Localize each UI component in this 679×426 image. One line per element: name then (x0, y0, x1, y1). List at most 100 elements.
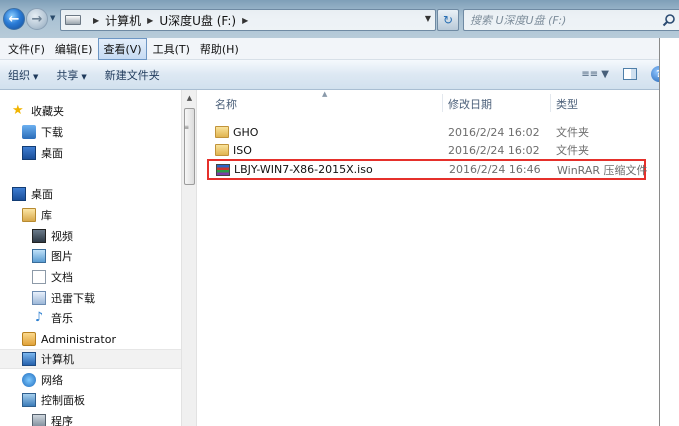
menu-tools[interactable]: 工具(T) (149, 39, 194, 59)
nav-item-label: 桌面 (41, 147, 63, 160)
computer-icon (22, 352, 36, 366)
breadcrumb-computer[interactable]: 计算机 (105, 12, 141, 29)
chevron-down-icon: ▼ (81, 72, 87, 81)
file-type: 文件夹 (556, 126, 589, 139)
chevron-down-icon: ▼ (33, 72, 39, 81)
winrar-archive-icon (216, 163, 230, 176)
menu-view[interactable]: 查看(V) (98, 37, 147, 60)
nav-item-documents[interactable]: 文档 (32, 267, 73, 287)
sort-ascending-icon: ▲ (322, 90, 328, 98)
file-name: ISO (233, 143, 252, 157)
drive-icon (65, 15, 81, 25)
preview-pane-icon[interactable] (623, 68, 637, 80)
folder-icon (215, 126, 229, 138)
library-icon (22, 208, 36, 222)
user-folder-icon (22, 332, 36, 346)
address-strip: ← → ▼ ▶ 计算机 ▶ U深度U盘 (F:) ▶ ▼ ↻ (0, 0, 679, 38)
menu-file[interactable]: 文件(F) (4, 39, 49, 59)
organize-button[interactable]: 组织 ▼ (8, 67, 38, 83)
breadcrumb-drive[interactable]: U深度U盘 (F:) (159, 12, 236, 29)
file-list: 名称 ▲ 修改日期 类型 GHO 2016/2/24 16:02 文件夹 ISO… (198, 90, 659, 426)
new-folder-button[interactable]: 新建文件夹 (105, 67, 160, 83)
document-icon (32, 270, 46, 284)
recent-pages-dropdown[interactable]: ▼ (50, 14, 60, 24)
menu-edit[interactable]: 编辑(E) (51, 39, 97, 59)
nav-item-administrator[interactable]: Administrator (22, 329, 116, 349)
folder-icon (215, 144, 229, 156)
file-type: 文件夹 (556, 144, 589, 157)
column-header-date[interactable]: 修改日期 (448, 96, 492, 112)
navigation-pane: ★ 收藏夹 下载 桌面 桌面 库 视频 图片 文档 迅雷下载 ♪ 音乐 Admi… (0, 90, 181, 426)
nav-item-label: 迅雷下载 (51, 292, 95, 305)
desktop-icon (22, 146, 36, 160)
star-icon: ★ (12, 103, 24, 118)
file-date: 2016/2/24 16:02 (448, 125, 540, 139)
nav-item-label: 文档 (51, 271, 73, 284)
menu-bar: 文件(F) 编辑(E) 查看(V) 工具(T) 帮助(H) (0, 37, 679, 60)
chevron-right-icon[interactable]: ▶ (93, 16, 99, 25)
nav-item-label: 收藏夹 (31, 105, 64, 118)
music-icon: ♪ (34, 310, 44, 325)
address-bar[interactable]: ▶ 计算机 ▶ U深度U盘 (F:) ▶ ▼ (60, 9, 436, 31)
search-icon[interactable] (662, 13, 676, 27)
share-button[interactable]: 共享 ▼ (56, 67, 86, 83)
window-right-edge (659, 38, 679, 426)
nav-item-label: Administrator (41, 332, 116, 346)
file-name: LBJY-WIN7-X86-2015X.iso (234, 163, 373, 176)
menu-help[interactable]: 帮助(H) (196, 39, 243, 59)
file-row-iso[interactable]: ISO 2016/2/24 16:02 文件夹 (208, 141, 645, 159)
refresh-button[interactable]: ↻ (437, 9, 459, 31)
column-header-name[interactable]: 名称 (215, 96, 237, 112)
file-row-gho[interactable]: GHO 2016/2/24 16:02 文件夹 (208, 123, 645, 141)
nav-item-favorites[interactable]: ★ 收藏夹 (12, 101, 64, 121)
nav-item-pictures[interactable]: 图片 (32, 246, 73, 266)
nav-item-music[interactable]: ♪ 音乐 (32, 308, 73, 328)
organize-label: 组织 (8, 68, 30, 82)
chevron-right-icon[interactable]: ▶ (242, 16, 248, 25)
nav-item-label: 图片 (51, 250, 73, 263)
scroll-up-icon[interactable]: ▲ (182, 90, 197, 106)
command-bar-right: ≡≡ ▼ ? (581, 66, 667, 82)
nav-item-programs[interactable]: 程序 (32, 411, 73, 426)
download-folder-icon (22, 125, 36, 139)
column-divider[interactable] (442, 94, 443, 112)
nav-item-label: 控制面板 (41, 394, 85, 407)
nav-item-network[interactable]: 网络 (22, 370, 63, 390)
nav-item-xunlei-downloads[interactable]: 迅雷下载 (32, 288, 95, 308)
column-divider[interactable] (550, 94, 551, 112)
control-panel-icon (22, 393, 36, 407)
chevron-right-icon[interactable]: ▶ (147, 16, 153, 25)
file-name: GHO (233, 125, 259, 139)
video-icon (32, 229, 46, 243)
nav-item-computer[interactable]: 计算机 (0, 349, 181, 369)
back-button[interactable]: ← (3, 8, 25, 30)
search-input[interactable] (470, 13, 650, 27)
nav-item-label: 桌面 (31, 188, 53, 201)
change-view-icon[interactable]: ≡≡ ▼ (581, 69, 609, 80)
nav-item-libraries[interactable]: 库 (22, 205, 52, 225)
nav-item-videos[interactable]: 视频 (32, 226, 73, 246)
nav-item-desktop[interactable]: 桌面 (12, 184, 53, 204)
picture-icon (32, 249, 46, 263)
nav-item-label: 库 (41, 209, 52, 222)
navigation-scrollbar[interactable]: ▲ ≡ (181, 90, 197, 426)
desktop-icon (12, 187, 26, 201)
file-date: 2016/2/24 16:02 (448, 143, 540, 157)
programs-icon (32, 414, 46, 426)
search-box[interactable] (463, 9, 679, 31)
nav-item-downloads[interactable]: 下载 (22, 122, 63, 142)
column-header-type[interactable]: 类型 (556, 96, 578, 112)
nav-item-label: 计算机 (41, 353, 74, 366)
nav-item-desktop-favorite[interactable]: 桌面 (22, 143, 63, 163)
command-bar: 组织▼ 共享▼ 新建文件夹 ≡≡ ▼ ? (0, 60, 679, 90)
address-history-dropdown[interactable]: ▼ (425, 14, 431, 23)
nav-item-label: 音乐 (51, 312, 73, 325)
nav-item-control-panel[interactable]: 控制面板 (22, 390, 85, 410)
scrollbar-thumb[interactable] (184, 108, 195, 185)
nav-item-label: 视频 (51, 230, 73, 243)
network-icon (22, 373, 36, 387)
file-row-lbjy-iso[interactable]: LBJY-WIN7-X86-2015X.iso 2016/2/24 16:46 … (207, 159, 648, 180)
share-label: 共享 (56, 68, 79, 82)
forward-button[interactable]: → (26, 8, 48, 30)
library-folder-icon (32, 291, 46, 305)
